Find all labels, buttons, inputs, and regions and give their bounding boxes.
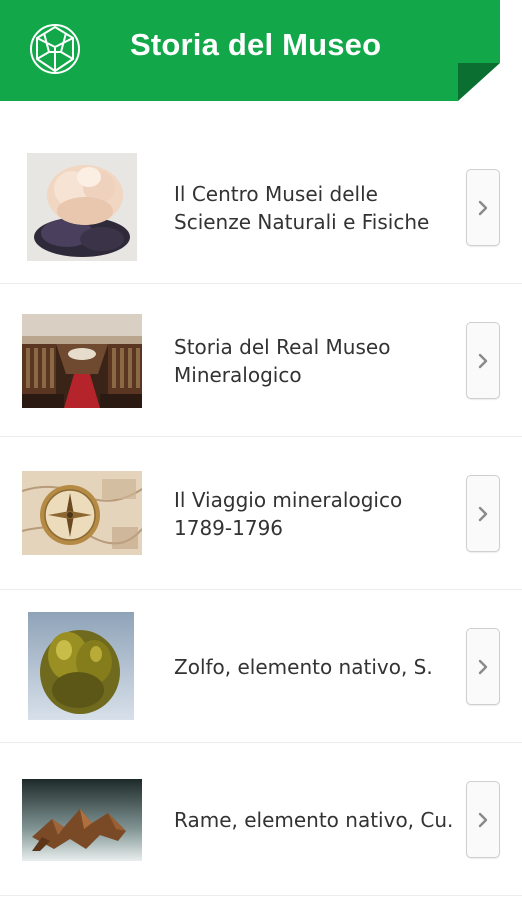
chevron-right-icon [478,812,488,827]
chevron-right-icon [478,506,488,521]
list-item[interactable]: Storia del Real Museo Mineralogico [0,284,522,437]
list-item-label: Il Centro Musei delle Scienze Naturali e… [174,181,430,234]
list-item[interactable]: Il Centro Musei delle Scienze Naturali e… [0,131,522,284]
list-item-label: Storia del Real Museo Mineralogico [174,334,391,387]
list-item[interactable]: Rame, elemento nativo, Cu. [0,743,522,896]
copper-mineral-photo [22,779,142,861]
header-fold [458,63,500,101]
sulfur-crystal-photo [28,612,134,720]
list-item-label: Zolfo, elemento nativo, S. [174,654,433,679]
list-item[interactable]: Zolfo, elemento nativo, S. [0,590,522,743]
chevron-right-icon [478,353,488,368]
open-item-button[interactable] [466,322,500,399]
chevron-right-icon [478,659,488,674]
chevron-right-icon [478,200,488,215]
list-item-label: Rame, elemento nativo, Cu. [174,807,454,832]
list-item[interactable]: Il Viaggio mineralogico 1789-1796 [0,437,522,590]
open-item-button[interactable] [466,169,500,246]
compass-map-photo [22,471,142,555]
crystal-icon[interactable] [27,21,83,77]
white-crystal-mineral-photo [27,153,137,261]
list-item-label: Il Viaggio mineralogico 1789-1796 [174,487,403,540]
open-item-button[interactable] [466,475,500,552]
open-item-button[interactable] [466,781,500,858]
app-header: Storia del Museo [0,0,500,101]
museum-hall-photo [22,314,142,408]
page-title: Storia del Museo [130,27,382,62]
open-item-button[interactable] [466,628,500,705]
story-list: Il Centro Musei delle Scienze Naturali e… [0,131,522,896]
